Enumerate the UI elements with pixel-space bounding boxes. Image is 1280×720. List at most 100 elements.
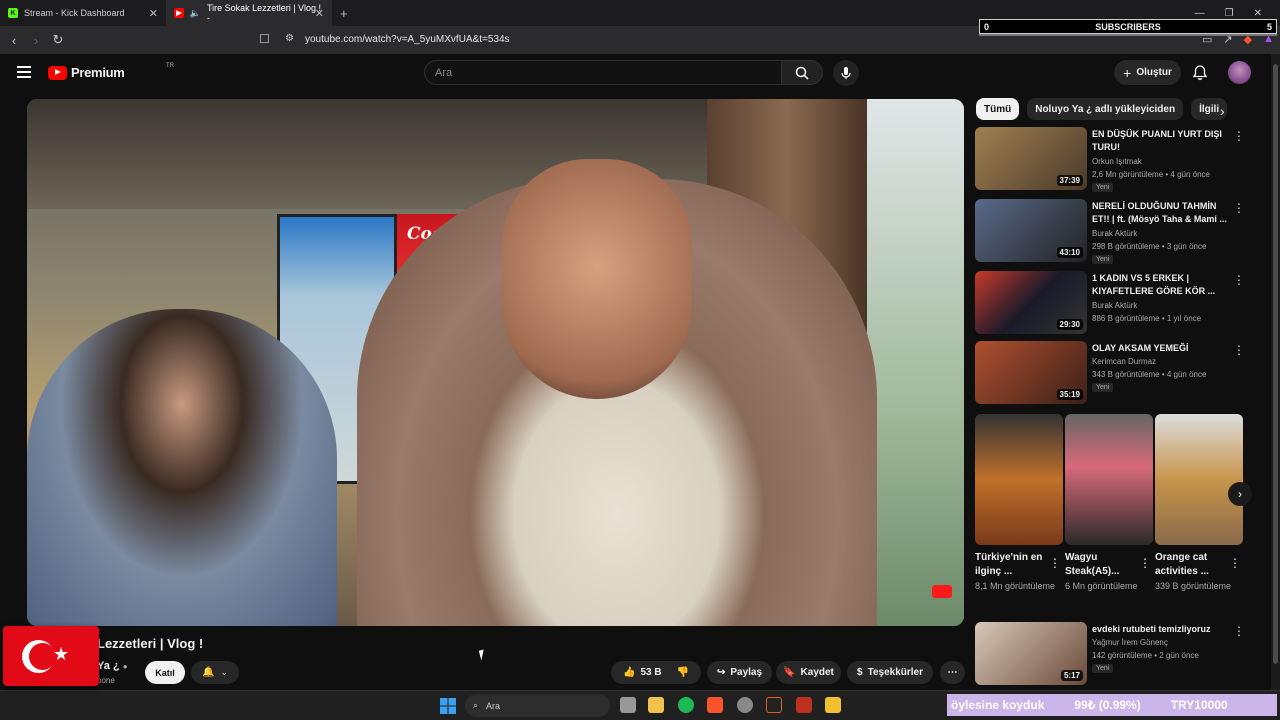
search-input[interactable]: Ara [424, 60, 782, 85]
join-button[interactable]: Katıl [145, 661, 185, 684]
more-vert-icon[interactable]: ⋮ [1049, 556, 1061, 570]
ticker-text-2: 99₺ (0.99%) [1074, 698, 1141, 712]
app-icon[interactable] [766, 697, 782, 713]
file-explorer-icon[interactable] [648, 697, 664, 713]
more-vert-icon[interactable]: ⋮ [1233, 343, 1245, 357]
share-button[interactable]: ↪ Paylaş [707, 661, 772, 684]
chevron-right-icon[interactable]: › [1228, 482, 1252, 506]
menu-icon[interactable] [17, 66, 31, 78]
filter-chips: Tümü Noluyo Ya ¿ adlı yükleyiciden İlgil… [976, 98, 1228, 120]
more-vert-icon[interactable]: ⋮ [1139, 556, 1151, 570]
close-window-icon[interactable]: ✕ [1254, 8, 1262, 19]
video-duration: 29:30 [1056, 319, 1083, 330]
minimize-icon[interactable]: — [1195, 8, 1205, 19]
more-vert-icon[interactable]: ⋮ [1229, 556, 1241, 570]
reload-icon[interactable]: ↻ [48, 32, 68, 48]
short-title: Orange cat activities ... [1155, 552, 1209, 577]
chevron-right-icon[interactable]: › [1220, 103, 1225, 119]
subscribers-min: 0 [984, 21, 990, 32]
video-thumbnail: 5:17 [975, 622, 1087, 685]
subscribers-progress [979, 34, 1277, 36]
close-icon[interactable]: ✕ [149, 7, 158, 20]
video-title: evdeki rutubeti temizliyoruz [1092, 624, 1211, 634]
back-icon[interactable]: ‹ [4, 33, 24, 48]
dislike-icon[interactable]: 👎 [677, 667, 689, 678]
brave-shield-taskbar-icon[interactable] [796, 697, 812, 713]
bookmark-icon: 🔖 [783, 667, 796, 678]
scrollbar[interactable] [1271, 54, 1280, 690]
chip-all[interactable]: Tümü [976, 98, 1020, 120]
cursor-icon [478, 649, 487, 661]
video-player[interactable]: Coca-Cola [27, 99, 964, 626]
close-icon[interactable]: ✕ [315, 7, 324, 20]
video-stats: 2,6 Mn görüntüleme • 4 gün önce [1092, 170, 1210, 179]
search-button[interactable] [781, 60, 823, 85]
short-item[interactable]: Wagyu Steak(A5)... 6 Mn görüntüleme ⋮ [1065, 414, 1153, 610]
list-item[interactable]: 35:19 OLAY AKSAM YEMEĞİ Kerimcan Durmaz … [975, 341, 1265, 405]
chip-from-uploader[interactable]: Noluyo Ya ¿ adlı yükleyiciden [1027, 98, 1184, 120]
video-stats: 142 görüntüleme • 2 gün önce [1092, 651, 1199, 660]
short-item[interactable]: Orange cat activities ... 339 B görüntül… [1155, 414, 1243, 610]
new-badge: Yeni [1092, 183, 1114, 192]
list-item[interactable]: 29:30 1 KADIN VS 5 ERKEK | KIYAFETLERE G… [975, 271, 1265, 335]
taskbar-search[interactable]: ⌕ Ara [465, 694, 610, 717]
channel-name[interactable]: Ya ¿ ● [97, 660, 128, 672]
thanks-button[interactable]: $ Teşekkürler [847, 661, 933, 684]
video-person-man-head [502, 159, 692, 399]
subscription-bell-button[interactable]: 🔔 ⌄ [191, 661, 239, 684]
video-stats: 343 B görüntüleme • 4 gün önce [1092, 370, 1207, 379]
scrollbar-thumb[interactable] [1273, 64, 1278, 664]
voice-search-button[interactable] [833, 60, 859, 86]
thumbs-up-icon: 👍 [622, 667, 636, 678]
spotify-icon[interactable] [678, 697, 694, 713]
like-button[interactable]: 👍 53 B [623, 667, 662, 678]
channel-name: Kerimcan Durmaz [1092, 357, 1157, 366]
windows-start-icon[interactable] [440, 698, 456, 714]
youtube-premium-logo[interactable]: Premium TR [48, 63, 174, 80]
brave-browser-icon[interactable] [707, 697, 723, 713]
tab-kick-dashboard[interactable]: K Stream - Kick Dashboard ✕ [0, 0, 166, 26]
like-dislike-group: 👍 53 B 👎 [611, 661, 701, 684]
bookmark-icon[interactable]: ☐ [259, 32, 270, 46]
speaker-icon[interactable]: 🔈 [190, 8, 201, 19]
tab-title: Tire Sokak Lezzetleri | Vlog ! - [207, 3, 322, 23]
more-actions-button[interactable]: ⋯ [940, 661, 965, 684]
taskbar-search-placeholder: Ara [486, 700, 501, 711]
app-icon-2[interactable] [825, 697, 841, 713]
more-vert-icon[interactable]: ⋮ [1233, 201, 1245, 215]
forward-icon[interactable]: › [26, 33, 46, 48]
avatar[interactable] [1228, 61, 1251, 84]
tab-youtube-video[interactable]: ▶ 🔈 Tire Sokak Lezzetleri | Vlog ! - ✕ [166, 0, 332, 26]
create-button[interactable]: + Oluştur [1114, 60, 1181, 85]
video-title: OLAY AKSAM YEMEĞİ [1092, 343, 1189, 353]
list-item[interactable]: 37:39 EN DÜŞÜK PUANLI YURT DIŞI TURU! Or… [975, 127, 1265, 192]
short-item[interactable]: Türkiye'nin en ilginç ... 8,1 Mn görüntü… [975, 414, 1063, 610]
video-duration: 35:19 [1056, 389, 1083, 400]
more-vert-icon[interactable]: ⋮ [1233, 129, 1245, 143]
more-vert-icon[interactable]: ⋮ [1233, 624, 1245, 638]
new-tab-button[interactable]: + [332, 6, 356, 21]
save-button[interactable]: 🔖 Kaydet [776, 661, 841, 684]
maximize-icon[interactable]: ❐ [1225, 8, 1234, 19]
discord-icon[interactable] [737, 697, 753, 713]
donation-ticker: öylesine koyduk 99₺ (0.99%) TRY10000 [947, 694, 1277, 716]
video-title: NERELİ OLDUĞUNU TAHMİN ET!! | ft. (Mösyö… [1092, 201, 1227, 224]
url-field[interactable]: youtube.com/watch?v=A_5yuMXvfUA&t=534s [305, 34, 510, 45]
verified-icon: ● [122, 662, 128, 671]
short-thumbnail [975, 414, 1063, 545]
notifications-icon[interactable] [1192, 64, 1208, 81]
video-thumbnail: 37:39 [975, 127, 1087, 190]
video-title: EN DÜŞÜK PUANLI YURT DIŞI TURU! [1092, 129, 1222, 152]
more-vert-icon[interactable]: ⋮ [1233, 273, 1245, 287]
microphone-icon [841, 67, 851, 79]
list-item[interactable]: 5:17 evdeki rutubeti temizliyoruz Yağmur… [975, 622, 1265, 686]
site-info-icon[interactable]: ⚙ [285, 33, 294, 44]
list-item[interactable]: 43:10 NERELİ OLDUĞUNU TAHMİN ET!! | ft. … [975, 199, 1265, 264]
thanks-label: Teşekkürler [867, 667, 923, 678]
task-view-icon[interactable] [620, 697, 636, 713]
new-badge: Yeni [1092, 255, 1114, 264]
create-label: Oluştur [1136, 67, 1172, 78]
channel-name-text: Ya ¿ [97, 660, 120, 672]
flag-star: ★ [53, 644, 70, 664]
plus-icon: + [1123, 64, 1132, 81]
